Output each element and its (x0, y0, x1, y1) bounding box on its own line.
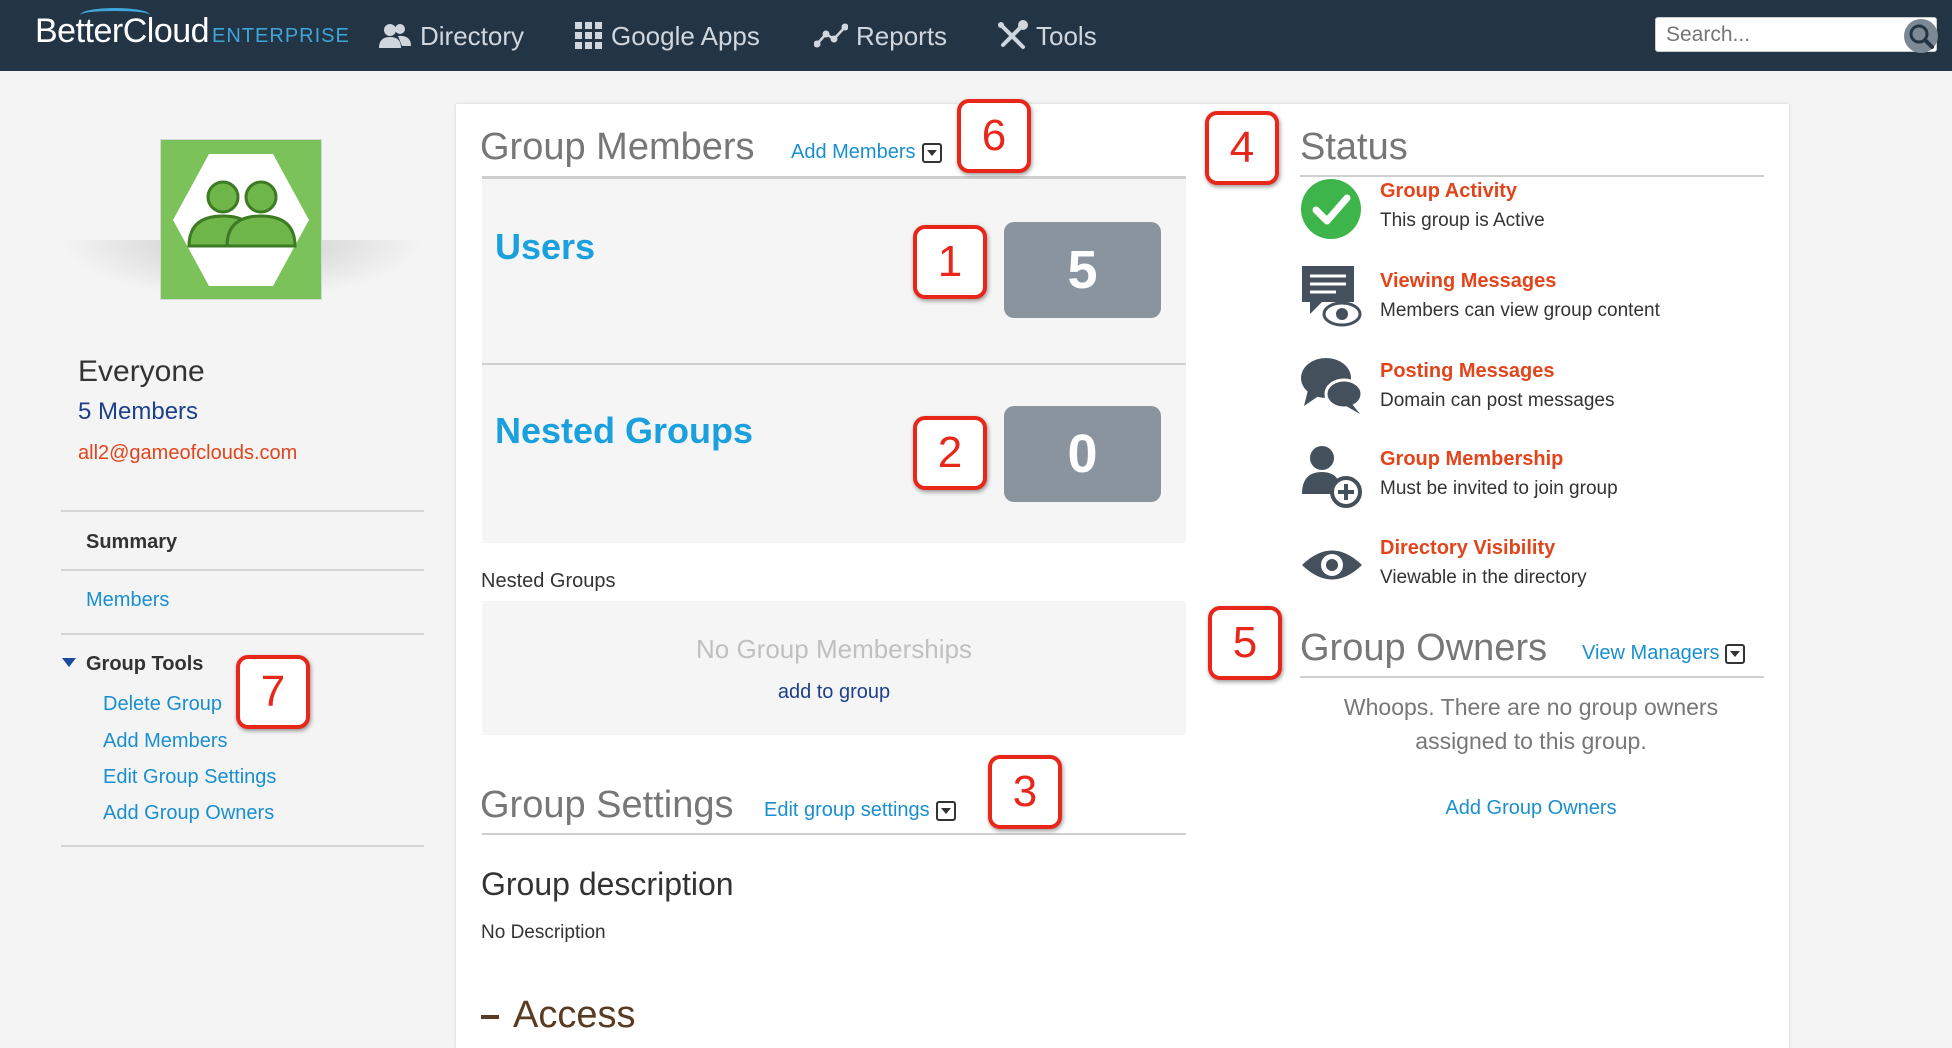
cloud-swoosh-icon (80, 8, 150, 22)
collapse-triangle-icon[interactable] (62, 658, 76, 667)
status-desc-text: Must be invited to join group (1380, 478, 1618, 499)
add-members-label: Add Members (791, 141, 916, 163)
collapse-minus-icon (481, 1014, 499, 1019)
callout-badge: 4 (1205, 111, 1279, 185)
access-section-header[interactable]: Access (481, 994, 635, 1037)
callout-badge: 1 (913, 225, 987, 299)
tool-add-group-owners[interactable]: Add Group Owners (103, 802, 274, 825)
status-title-text: Viewing Messages (1380, 270, 1557, 292)
no-owners-line2: assigned to this group. (1415, 728, 1647, 754)
sidebar-group-tools-header[interactable]: Group Tools (86, 653, 203, 676)
chat-bubbles-icon (1300, 354, 1364, 423)
status-posting-messages: Posting Messages Domain can post message… (1380, 360, 1614, 412)
search-input[interactable] (1656, 18, 1886, 51)
access-title: Access (513, 994, 636, 1036)
view-managers-dropdown[interactable]: View Managers (1582, 642, 1746, 665)
group-member-count[interactable]: 5 Members (78, 398, 198, 426)
nested-groups-label[interactable]: Nested Groups (495, 410, 753, 452)
nav-google-apps[interactable]: Google Apps (575, 18, 760, 54)
bettercloud-logo[interactable]: BetterCloud ENTERPRISE (35, 8, 350, 51)
sidebar-divider (61, 569, 424, 571)
nav-tools-label: Tools (1036, 20, 1097, 51)
group-description-title: Group description (481, 866, 734, 902)
nav-reports-label: Reports (856, 20, 948, 51)
top-nav-bar: BetterCloud ENTERPRISE Directory Google A… (0, 0, 1952, 71)
nav-directory[interactable]: Directory (378, 18, 524, 54)
nested-groups-row[interactable]: Nested Groups 0 (482, 365, 1186, 543)
sidebar-divider (61, 633, 424, 635)
nested-groups-count: 0 (1004, 406, 1161, 502)
status-viewing-messages: Viewing Messages Members can view group … (1380, 270, 1660, 322)
callout-badge: 5 (1208, 606, 1282, 680)
status-desc-text: This group is Active (1380, 210, 1545, 231)
search-icon[interactable] (1904, 19, 1938, 53)
dropdown-arrow-icon (1725, 643, 1746, 664)
status-directory-visibility: Directory Visibility Viewable in the dir… (1380, 537, 1587, 589)
search-box (1655, 17, 1938, 53)
group-description-value: No Description (481, 922, 606, 943)
line-chart-icon (814, 23, 848, 48)
nav-google-apps-label: Google Apps (611, 20, 760, 51)
nav-reports[interactable]: Reports (814, 18, 947, 54)
edit-group-settings-dropdown[interactable]: Edit group settings (764, 799, 956, 822)
view-managers-label: View Managers (1582, 642, 1720, 664)
users-row[interactable]: Users 5 (482, 179, 1186, 364)
status-desc-text: Viewable in the directory (1380, 567, 1587, 588)
callout-badge: 2 (913, 416, 987, 490)
dropdown-arrow-icon (935, 800, 956, 821)
check-circle-icon (1300, 178, 1362, 245)
users-label[interactable]: Users (495, 226, 595, 268)
add-group-owners-link[interactable]: Add Group Owners (1300, 797, 1762, 820)
owners-underline (1300, 676, 1764, 678)
status-title: Status (1300, 126, 1408, 168)
group-settings-title: Group Settings (480, 784, 734, 826)
no-memberships-text: No Group Memberships (696, 634, 972, 664)
users-icon (379, 24, 411, 48)
message-eye-icon (1300, 264, 1364, 333)
group-members-title: Group Members (480, 126, 755, 168)
status-title-text: Posting Messages (1380, 360, 1555, 382)
tool-edit-group-settings[interactable]: Edit Group Settings (103, 766, 276, 789)
callout-badge: 3 (988, 755, 1062, 829)
grid-icon (575, 22, 602, 49)
status-title-text: Directory Visibility (1380, 537, 1556, 559)
nav-directory-label: Directory (420, 20, 525, 51)
callout-badge: 6 (957, 99, 1031, 173)
group-avatar (160, 139, 322, 300)
users-count: 5 (1004, 222, 1161, 318)
callout-badge: 7 (236, 655, 310, 729)
settings-underline (482, 833, 1186, 835)
eye-icon (1300, 544, 1364, 591)
tools-icon (998, 20, 1028, 49)
status-group-membership: Group Membership Must be invited to join… (1380, 448, 1618, 500)
group-name: Everyone (78, 355, 205, 388)
sidebar-divider (61, 510, 424, 512)
no-memberships-box: No Group Memberships add to group (482, 601, 1186, 735)
dropdown-arrow-icon (921, 142, 942, 163)
nested-groups-section-label: Nested Groups (481, 570, 616, 592)
status-desc-text: Domain can post messages (1380, 390, 1615, 411)
group-users-icon (173, 154, 309, 286)
status-desc-text: Members can view group content (1380, 300, 1660, 321)
sidebar-item-summary[interactable]: Summary (86, 531, 177, 554)
logo-subtext: ENTERPRISE (212, 25, 350, 47)
status-underline (1300, 175, 1764, 177)
status-group-activity: Group Activity This group is Active (1380, 180, 1545, 232)
status-title-text: Group Membership (1380, 448, 1564, 470)
user-plus-icon (1300, 444, 1364, 513)
group-email[interactable]: all2@gameofclouds.com (78, 442, 297, 465)
sidebar-item-members[interactable]: Members (86, 589, 169, 612)
tool-add-members[interactable]: Add Members (103, 730, 228, 753)
tool-delete-group[interactable]: Delete Group (103, 693, 222, 716)
group-owners-title: Group Owners (1300, 627, 1548, 669)
add-members-dropdown[interactable]: Add Members (791, 141, 942, 164)
nav-tools[interactable]: Tools (996, 18, 1097, 54)
status-title-text: Group Activity (1380, 180, 1518, 202)
sidebar-divider (61, 845, 424, 847)
no-owners-line1: Whoops. There are no group owners (1343, 694, 1719, 720)
add-to-group-link[interactable]: add to group (482, 681, 1186, 704)
no-owners-message: Whoops. There are no group owners assign… (1300, 690, 1762, 758)
edit-group-settings-label: Edit group settings (764, 799, 930, 821)
